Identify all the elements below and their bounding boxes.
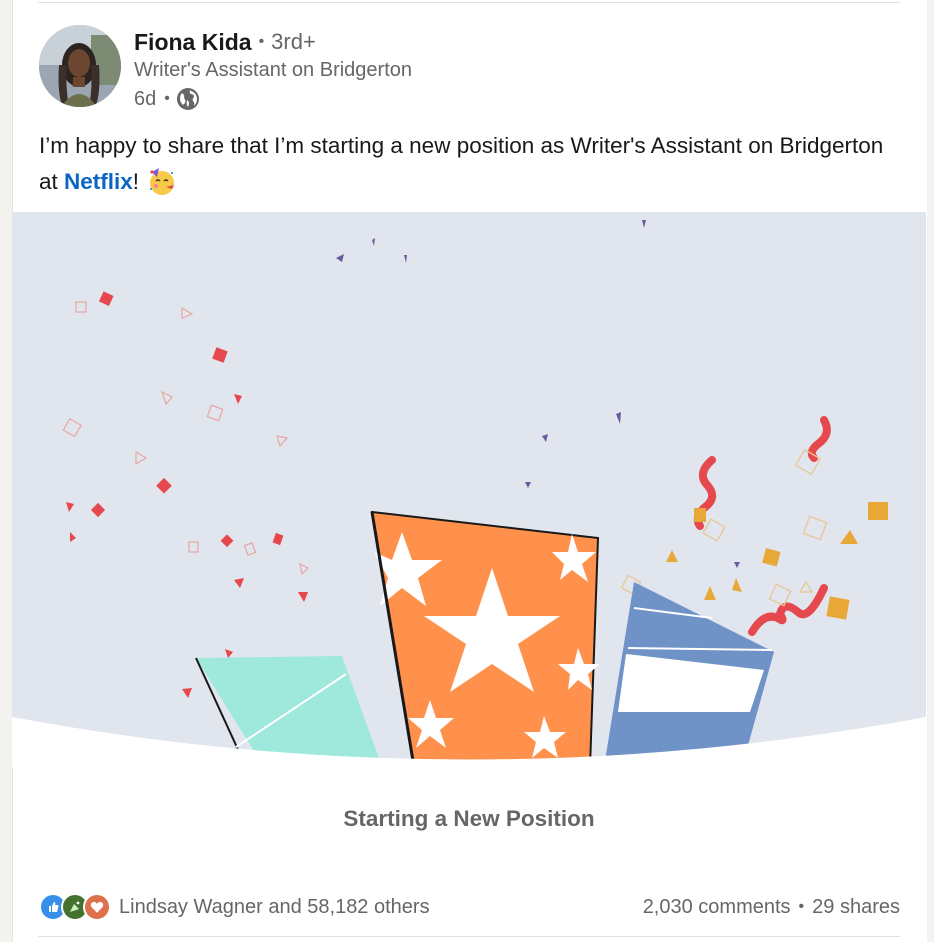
post-time: 6d [134, 87, 157, 110]
social-counts-row: Lindsay Wagner and 58,182 others 2,030 c… [39, 892, 900, 922]
connection-degree: 3rd+ [271, 29, 316, 54]
reaction-icons [39, 893, 111, 921]
top-divider [38, 2, 900, 3]
bottom-divider [38, 936, 900, 937]
separator-dot: • [164, 90, 170, 107]
author-avatar[interactable] [39, 25, 121, 107]
separator-dot: • [258, 33, 265, 50]
author-headline: Writer's Assistant on Bridgerton [134, 59, 413, 81]
post-body: I’m happy to share that I’m starting a n… [39, 128, 899, 200]
separator-dot: • [798, 898, 805, 915]
love-icon [83, 893, 111, 921]
comments-count-link[interactable]: 2,030 comments [643, 896, 791, 919]
globe-icon [176, 87, 200, 111]
reactors-text[interactable]: Lindsay Wagner and 58,182 others [119, 896, 430, 919]
engagement-counts: 2,030 comments • 29 shares [643, 896, 900, 919]
partying-face-emoji [147, 166, 177, 196]
author-line: Fiona Kida • 3rd+ [134, 28, 316, 56]
company-mention-link[interactable]: Netflix [64, 169, 133, 194]
new-position-illustration[interactable] [12, 212, 926, 768]
post-meta: 6d • [134, 86, 200, 112]
author-name[interactable]: Fiona Kida [134, 29, 252, 56]
post-text-end: ! [132, 169, 140, 194]
reactions-summary[interactable]: Lindsay Wagner and 58,182 others [39, 893, 430, 921]
shares-count-link[interactable]: 29 shares [812, 896, 900, 919]
illustration-caption: Starting a New Position [343, 806, 595, 831]
orange-gift [370, 510, 600, 768]
